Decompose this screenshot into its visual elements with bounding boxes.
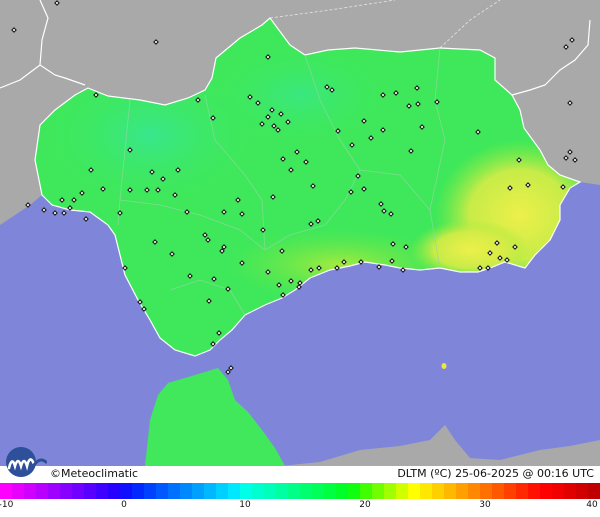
scale-swatch [288,483,300,499]
scale-swatch [480,483,492,499]
scale-swatch [264,483,276,499]
scale-swatch [0,483,12,499]
scale-swatch [492,483,504,499]
copyright-symbol: © [50,467,61,480]
scale-swatch [108,483,120,499]
scale-swatch [180,483,192,499]
scale-swatch [396,483,408,499]
scale-swatch [408,483,420,499]
scale-swatch [48,483,60,499]
scale-swatch [360,483,372,499]
scale-tick: 0 [121,500,127,510]
scale-tick: 10 [239,500,251,510]
scale-swatch [336,483,348,499]
scale-swatch [444,483,456,499]
scale-swatch [216,483,228,499]
scale-tick: 20 [359,500,371,510]
scale-swatch [420,483,432,499]
scale-swatch [312,483,324,499]
timestamp: 25-06-2025 @ 00:16 UTC [455,467,594,480]
scale-swatch [504,483,516,499]
scale-swatch [120,483,132,499]
scale-swatch [276,483,288,499]
scale-swatch [12,483,24,499]
scale-swatch [72,483,84,499]
scale-swatch [132,483,144,499]
scale-swatch [252,483,264,499]
scale-swatch [432,483,444,499]
scale-swatch [588,483,600,499]
scale-swatch [324,483,336,499]
scale-swatch [144,483,156,499]
scale-swatch [540,483,552,499]
scale-swatch [468,483,480,499]
scale-swatch [564,483,576,499]
scale-swatch [552,483,564,499]
scale-swatch [204,483,216,499]
weather-map-frame: ©Meteoclimatic DLTM (ºC) 25-06-2025 @ 00… [0,0,600,517]
scale-swatch [516,483,528,499]
scale-swatch [300,483,312,499]
scale-swatch [372,483,384,499]
meteoclimatic-logo[interactable] [3,446,47,478]
scale-swatch [84,483,96,499]
variable-label: DLTM (ºC) [397,467,452,480]
scale-swatch [348,483,360,499]
scale-swatch [528,483,540,499]
scale-swatch [24,483,36,499]
scale-swatch [240,483,252,499]
scale-swatch [456,483,468,499]
temperature-map [0,0,600,466]
scale-tick: -10 [0,500,14,510]
temperature-color-scale [0,483,600,499]
scale-swatch [384,483,396,499]
brand-label: ©Meteoclimatic [50,467,138,480]
scale-tick-labels: -10 0 10 20 30 40 [0,499,600,517]
scale-swatch [60,483,72,499]
scale-swatch [168,483,180,499]
island-alboran [441,363,447,369]
scale-swatch [192,483,204,499]
map-caption: DLTM (ºC) 25-06-2025 @ 00:16 UTC [397,467,594,480]
scale-swatch [96,483,108,499]
brand-name: Meteoclimatic [61,467,139,480]
scale-swatch [576,483,588,499]
scale-swatch [156,483,168,499]
scale-tick: 30 [479,500,491,510]
scale-swatch [228,483,240,499]
scale-swatch [36,483,48,499]
scale-tick: 40 [586,500,598,510]
